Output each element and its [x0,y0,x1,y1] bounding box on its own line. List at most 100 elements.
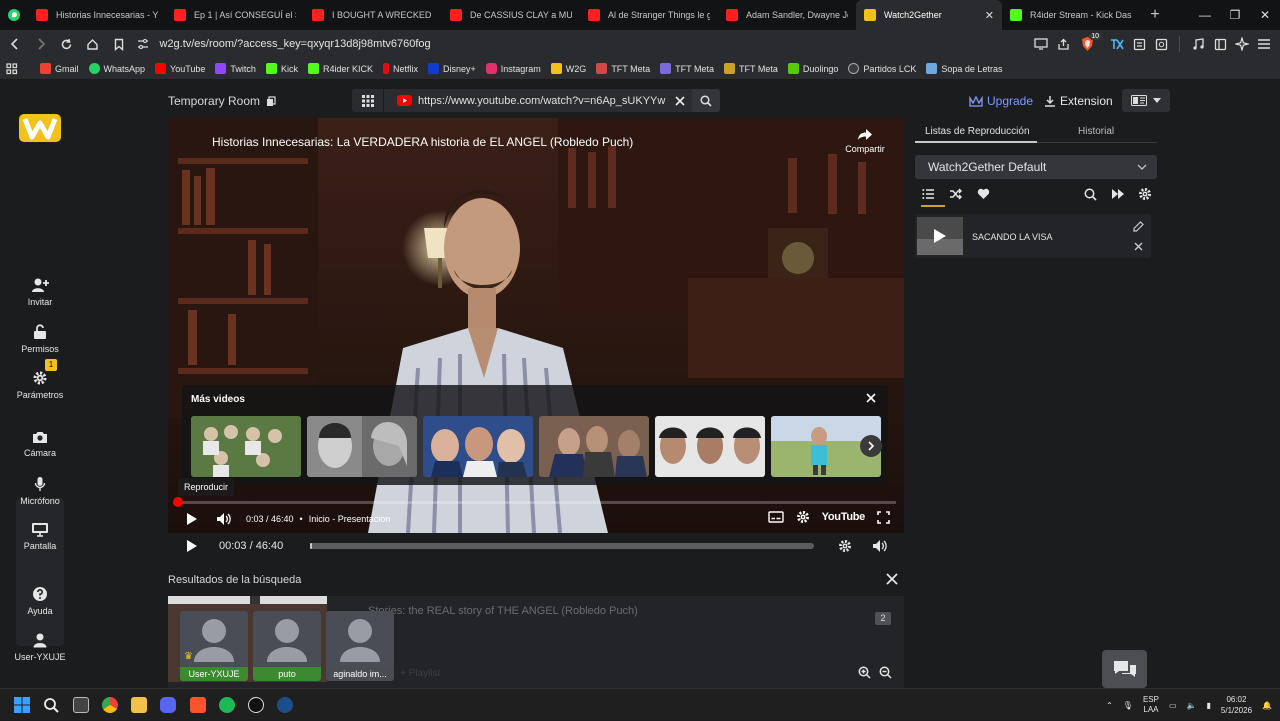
bookmark-r4ider-kick[interactable]: R4ider KICK [307,63,373,74]
list-icon[interactable] [922,188,935,200]
bookmark-tft-meta-3[interactable]: TFT Meta [724,63,778,74]
upgrade-link[interactable]: Upgrade [969,94,1033,108]
minimize-icon[interactable]: — [1190,8,1220,22]
playlist-settings-icon[interactable] [1138,187,1152,201]
w2g-progress-bar[interactable] [310,543,814,549]
apps-grid-icon[interactable] [6,62,18,75]
language-selector[interactable] [1122,89,1170,112]
bookmark-whatsapp[interactable]: WhatsApp [88,63,145,74]
yt-chapter[interactable]: Inicio - Presentacion [309,514,391,524]
bookmark-kick[interactable]: Kick [265,63,298,74]
close-window-icon[interactable]: ✕ [1250,8,1280,22]
close-results-icon[interactable] [886,573,898,585]
browser-tab[interactable]: Historias Innecesarias - YouTube [28,0,166,30]
browser-tab[interactable]: Ep 1 | Así CONSEGUÍ el SNIPER [166,0,304,30]
remove-icon[interactable] [1134,242,1143,251]
bookmark-disney[interactable]: Disney+ [428,63,476,74]
help-button[interactable]: Ayuda [0,586,80,616]
bookmark-icon[interactable] [108,33,130,55]
fast-forward-icon[interactable] [1111,188,1125,200]
whatsapp-app-icon[interactable] [0,0,28,30]
notification-icon[interactable]: 🔔 [1262,701,1272,710]
invite-button[interactable]: Invitar [0,277,80,307]
new-tab-button[interactable]: + [1140,6,1170,24]
w2g-settings-icon[interactable] [838,539,852,553]
suggested-video-thumbnail[interactable] [307,416,417,477]
brave-shields-icon[interactable]: 10 [1077,33,1101,52]
user-tile[interactable]: ♛ User-YXUJE [180,611,248,681]
suggested-video-thumbnail[interactable] [539,416,649,477]
battery-icon[interactable]: ▮ [1206,701,1210,710]
suggested-video-thumbnail[interactable] [655,416,765,477]
zoom-out-icon[interactable] [879,666,892,679]
youtube-logo[interactable]: YouTube [822,511,866,523]
file-explorer-icon[interactable] [131,697,147,713]
speaker-icon[interactable]: 🔈 [1187,701,1197,710]
settings-button[interactable]: Parámetros 1 [0,359,80,400]
share-page-icon[interactable] [1055,36,1071,52]
share-button[interactable]: Compartir [840,128,890,154]
w2g-logo[interactable] [0,114,80,146]
close-icon[interactable] [866,393,876,403]
obs-icon[interactable] [248,697,264,713]
clear-url-icon[interactable] [668,95,692,106]
extension-translate-icon[interactable] [1109,36,1125,52]
bookmark-instagram[interactable]: Instagram [485,63,541,74]
edit-icon[interactable] [1133,221,1144,232]
bookmark-w2g[interactable]: W2G [550,63,586,74]
home-icon[interactable] [82,33,104,55]
bookmark-youtube[interactable]: YouTube [155,63,205,74]
clock[interactable]: 06:02 5/1/2026 [1221,694,1252,716]
permissions-button[interactable]: Permisos [0,324,80,354]
brave-icon[interactable] [190,697,206,713]
apps-grid-icon[interactable] [352,89,384,112]
browser-tab[interactable]: Adam Sandler, Dwayne Johnson [718,0,856,30]
media-control-icon[interactable] [1190,36,1206,52]
camera-button[interactable]: Cámara [0,430,80,458]
w2g-play-button[interactable] [186,539,198,553]
user-tile[interactable]: puto [253,611,321,681]
language-indicator[interactable]: ESP LAA [1143,695,1159,715]
tab-playlists[interactable]: Listas de Reproducción [925,126,1030,137]
suggested-video-thumbnail[interactable] [423,416,533,477]
chevron-right-icon[interactable] [860,435,882,457]
forward-icon[interactable] [30,33,52,55]
bookmark-tft-meta-2[interactable]: TFT Meta [660,63,714,74]
extension-bookmarks-icon[interactable] [1131,36,1147,52]
bookmark-sopa-de-letras[interactable]: Sopa de Letras [926,63,1002,74]
video-player[interactable]: Historias Innecesarias: La VERDADERA his… [168,118,904,533]
subtitles-icon[interactable] [767,511,784,523]
extension-screenshot-icon[interactable] [1153,36,1169,52]
search-button[interactable] [692,89,720,112]
shuffle-icon[interactable] [949,188,962,200]
add-to-playlist-hint[interactable]: + Playlist [400,668,440,679]
yt-settings-icon[interactable] [796,510,810,524]
w2g-volume-icon[interactable] [872,539,887,553]
steam-icon[interactable] [277,697,293,713]
spotify-icon[interactable] [219,697,235,713]
yt-volume-button[interactable] [216,512,232,526]
bookmark-twitch[interactable]: Twitch [215,63,256,74]
menu-icon[interactable] [1256,36,1272,52]
tab-history[interactable]: Historial [1078,126,1114,137]
video-url-input[interactable]: https://www.youtube.com/watch?v=n6Ap_sUK… [412,95,668,107]
cast-icon[interactable] [1033,36,1049,52]
sidebar-toggle-icon[interactable] [1212,36,1228,52]
bookmark-gmail[interactable]: Gmail [40,63,79,74]
close-tab-icon[interactable]: ✕ [985,9,994,22]
chat-button[interactable] [1102,650,1147,688]
browser-tab[interactable]: Al de Stranger Things le gustó [580,0,718,30]
reload-icon[interactable] [56,33,78,55]
windows-start-icon[interactable] [14,697,30,713]
search-icon[interactable] [43,697,59,713]
leo-ai-icon[interactable] [1234,36,1250,52]
bookmark-duolingo[interactable]: Duolingo [787,63,838,74]
site-settings-icon[interactable] [137,38,149,50]
browser-tab[interactable]: De CASSIUS CLAY a MUHAMMAD [442,0,580,30]
playlist-dropdown[interactable]: Watch2Gether Default [915,155,1157,179]
extension-link[interactable]: Extension [1044,94,1113,108]
fullscreen-icon[interactable] [877,510,890,524]
restore-icon[interactable]: ❐ [1220,8,1250,22]
bookmark-tft-meta-1[interactable]: TFT Meta [596,63,650,74]
browser-tab[interactable]: I BOUGHT A WRECKED MERCEDES [304,0,442,30]
